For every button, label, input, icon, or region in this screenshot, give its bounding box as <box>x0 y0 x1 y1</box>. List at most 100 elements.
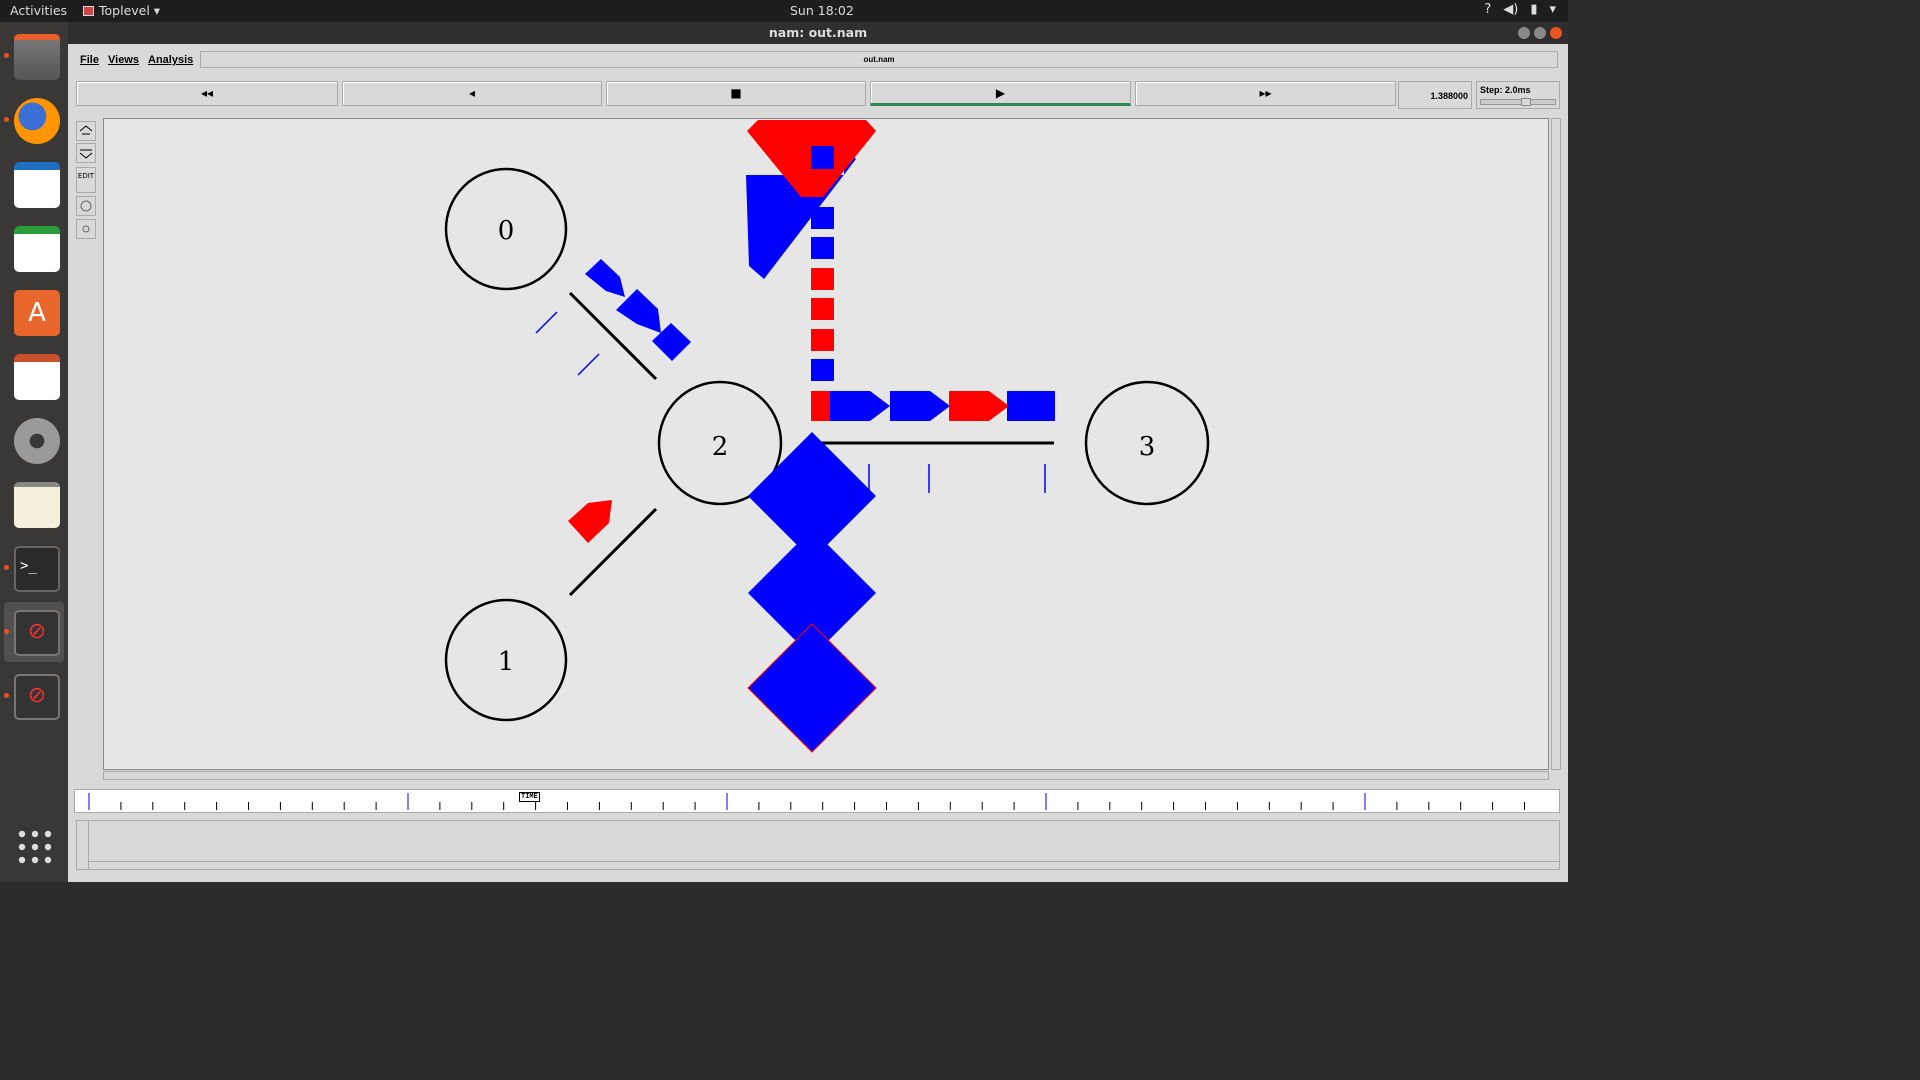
dock: A >_ ⊘ ⊘ <box>0 22 68 882</box>
dock-impress[interactable] <box>4 346 64 406</box>
current-time-display: 1.388000 <box>1398 81 1472 109</box>
timeline-marker[interactable]: TIME <box>519 792 540 802</box>
settings-icon <box>14 418 60 464</box>
maximize-button[interactable] <box>1534 27 1546 39</box>
packet-red[interactable] <box>811 298 834 320</box>
circle-icon[interactable] <box>76 196 96 216</box>
menu-views[interactable]: Views <box>108 54 139 66</box>
files-icon <box>14 34 60 80</box>
running-indicator <box>4 53 9 58</box>
network-drawing[interactable]: 0 1 2 3 <box>104 119 1549 770</box>
toplevel-app-icon <box>83 3 94 18</box>
running-indicator <box>4 629 9 634</box>
dock-calc[interactable] <box>4 218 64 278</box>
edit-tool[interactable]: EDIT <box>76 167 96 193</box>
document-icon <box>14 162 60 208</box>
step-slider[interactable] <box>1480 98 1556 106</box>
window-titlebar[interactable]: nam: out.nam <box>68 22 1568 44</box>
small-circle-icon[interactable] <box>76 219 96 239</box>
blocked-window-icon: ⊘ <box>14 674 60 720</box>
store-icon: A <box>14 290 60 336</box>
packet-red[interactable] <box>568 500 612 543</box>
playback-controls: ◂◂ ◂ ■ ▶ ▸▸ 1.388000 Step: 2.0ms <box>68 78 1568 109</box>
node-3[interactable]: 3 <box>1084 380 1210 506</box>
menu-file[interactable]: File <box>80 54 99 66</box>
packet-red[interactable] <box>811 391 830 421</box>
node-1[interactable]: 1 <box>444 598 568 722</box>
dock-draw[interactable] <box>4 154 64 214</box>
packet-blue[interactable] <box>1007 391 1055 421</box>
step-back-button[interactable]: ◂ <box>342 81 602 106</box>
packet-blue[interactable] <box>585 259 625 297</box>
battery-icon[interactable]: ▮ <box>1530 2 1537 17</box>
activities-button[interactable]: Activities <box>10 3 67 18</box>
running-indicator <box>4 693 9 698</box>
packet-blue[interactable] <box>811 237 834 259</box>
text-editor-icon <box>14 482 60 528</box>
minimize-button[interactable] <box>1518 27 1530 39</box>
filename-display: out.nam <box>200 51 1558 68</box>
menu-bar: File Views Analysis out.nam <box>68 48 1568 72</box>
dock-firefox[interactable] <box>4 90 64 150</box>
terminal-icon: >_ <box>14 546 60 592</box>
stop-button[interactable]: ■ <box>606 81 866 106</box>
annotation-panel[interactable] <box>76 820 1560 870</box>
annotation-horizontal-scrollbar[interactable] <box>89 861 1559 869</box>
packet-blue[interactable] <box>830 391 890 421</box>
dock-settings[interactable] <box>4 410 64 470</box>
svg-text:0: 0 <box>498 216 515 246</box>
packet-red[interactable] <box>949 391 1009 421</box>
volume-icon[interactable]: ◀) <box>1503 2 1518 17</box>
packet-blue[interactable] <box>811 207 834 229</box>
dock-text-editor[interactable] <box>4 474 64 534</box>
menu-analysis[interactable]: Analysis <box>148 54 193 66</box>
zoom-in-icon[interactable] <box>76 121 96 141</box>
packet-blue[interactable] <box>811 359 834 381</box>
system-top-bar: Activities Toplevel ▾ Sun 18:02 ? ◀) ▮ ▾ <box>0 0 1568 22</box>
running-indicator <box>4 117 9 122</box>
dock-nam-window-2[interactable]: ⊘ <box>4 666 64 726</box>
packet-trail <box>535 311 558 334</box>
step-slider-thumb[interactable] <box>1521 98 1531 106</box>
svg-text:2: 2 <box>712 432 729 462</box>
zoom-out-icon[interactable] <box>76 143 96 163</box>
status-area[interactable]: ? ◀) ▮ ▾ <box>1484 2 1556 17</box>
spreadsheet-icon <box>14 226 60 272</box>
packet-red[interactable] <box>811 329 834 351</box>
window-title: nam: out.nam <box>768 25 868 40</box>
tool-strip: EDIT <box>76 121 96 241</box>
dock-software[interactable]: A <box>4 282 64 342</box>
step-label: Step: 2.0ms <box>1480 85 1531 95</box>
firefox-icon <box>14 98 60 144</box>
app-menu[interactable]: Toplevel ▾ <box>99 3 160 18</box>
canvas-horizontal-scrollbar[interactable] <box>103 771 1549 780</box>
dock-files[interactable] <box>4 26 64 86</box>
timeline-ticks <box>88 793 1525 810</box>
dropdown-icon[interactable]: ▾ <box>1549 2 1556 17</box>
dock-terminal[interactable]: >_ <box>4 538 64 598</box>
packet-trail <box>577 353 600 376</box>
packet-blue[interactable] <box>890 391 950 421</box>
network-canvas[interactable]: 0 1 2 3 <box>103 118 1549 770</box>
canvas-vertical-scrollbar[interactable] <box>1551 118 1561 770</box>
rewind-button[interactable]: ◂◂ <box>76 81 338 106</box>
clock[interactable]: Sun 18:02 <box>790 3 854 18</box>
packet-red[interactable] <box>811 268 834 290</box>
step-control: Step: 2.0ms <box>1476 81 1560 109</box>
running-indicator <box>4 565 9 570</box>
close-button[interactable] <box>1550 27 1562 39</box>
fast-forward-button[interactable]: ▸▸ <box>1135 81 1396 106</box>
presentation-icon <box>14 354 60 400</box>
svg-text:1: 1 <box>498 647 515 677</box>
timeline-slider[interactable]: TIME <box>74 789 1560 813</box>
help-icon[interactable]: ? <box>1484 2 1491 17</box>
packet-blue-large[interactable] <box>747 623 877 753</box>
node-0[interactable]: 0 <box>444 167 568 291</box>
packet-blue[interactable] <box>811 146 834 169</box>
svg-text:3: 3 <box>1139 432 1156 462</box>
annotation-vertical-scrollbar[interactable] <box>77 821 89 869</box>
show-applications-button[interactable] <box>4 818 64 878</box>
play-button[interactable]: ▶ <box>870 81 1131 106</box>
dock-nam-window-1[interactable]: ⊘ <box>4 602 64 662</box>
grid-icon <box>18 830 52 864</box>
